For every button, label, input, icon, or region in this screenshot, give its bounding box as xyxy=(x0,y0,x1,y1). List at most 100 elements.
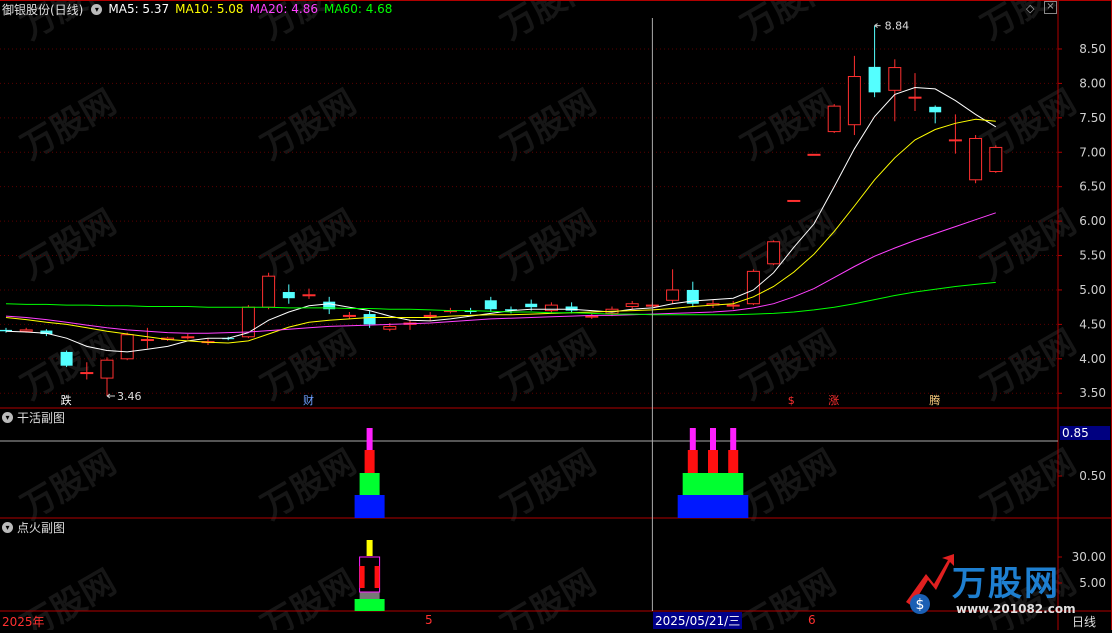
candle xyxy=(948,114,962,154)
candle-body-up xyxy=(342,314,356,317)
price-axis-label: 7.00 xyxy=(1079,145,1106,159)
ma-line-ma20 xyxy=(5,212,996,334)
watermark-text: 万股网 xyxy=(735,0,843,48)
sub1-current-value: 0.85 xyxy=(1060,426,1110,440)
close-icon[interactable]: × xyxy=(1044,1,1057,14)
candle-body-down xyxy=(868,66,881,93)
sub1-signal-green xyxy=(359,473,380,495)
sub1-signal-red xyxy=(687,450,698,473)
candle-body-up xyxy=(827,105,841,133)
sub1-signal-cluster-blue xyxy=(677,495,749,518)
candle xyxy=(342,311,356,319)
candle xyxy=(544,302,558,314)
candle xyxy=(666,269,680,304)
candle-body-up xyxy=(120,334,134,360)
sub1-menu-icon[interactable]: ▾ xyxy=(2,411,13,423)
sub2-menu-icon[interactable]: ▾ xyxy=(2,521,13,533)
main-chart-header: 御银股份(日线) ▾ MA5: 5.37 MA10: 5.08 MA20: 4.… xyxy=(0,0,398,18)
sub1-signal-blue xyxy=(354,495,385,518)
candle xyxy=(989,145,1003,173)
candle xyxy=(423,311,437,321)
candle-body-up xyxy=(948,139,962,142)
candle xyxy=(262,272,276,310)
candle xyxy=(929,105,942,124)
sub1-signal-magenta xyxy=(366,428,373,450)
candle xyxy=(686,281,699,308)
candle-body-up xyxy=(585,315,599,318)
watermark-text: 万股网 xyxy=(735,82,843,168)
candle-body-down xyxy=(484,300,497,310)
watermark-text: 万股网 xyxy=(15,202,123,288)
candle xyxy=(706,299,720,308)
candle-body-up xyxy=(100,359,114,379)
candle-body-up xyxy=(847,76,861,126)
candle xyxy=(585,313,599,319)
watermark-text: 万股网 xyxy=(735,562,843,630)
cursor-date: 2025/05/21/三 xyxy=(653,612,743,629)
price-axis-label: 5.50 xyxy=(1079,249,1106,263)
date-month-5: 5 xyxy=(425,613,433,627)
candle-body-up xyxy=(262,275,276,308)
sub1-title: 干活副图 xyxy=(17,410,66,425)
candle xyxy=(767,240,781,266)
sub2-signal-yellow xyxy=(366,540,373,556)
candle xyxy=(60,350,73,368)
sub1-signal-red xyxy=(728,450,739,473)
candle xyxy=(484,296,497,312)
sub1-signal-cluster-green xyxy=(682,473,744,495)
candle xyxy=(323,296,336,315)
candle xyxy=(282,284,295,304)
price-axis-label: 7.50 xyxy=(1079,111,1106,125)
candle-body-down xyxy=(363,314,376,325)
price-axis-label: 6.50 xyxy=(1079,180,1106,194)
candle-body-down xyxy=(929,106,942,113)
candle xyxy=(787,199,801,202)
watermark-text: 万股网 xyxy=(975,442,1083,528)
candle-body-up xyxy=(181,336,195,339)
candle xyxy=(241,305,255,339)
watermark-text: 万股网 xyxy=(975,322,1083,408)
diamond-icon[interactable]: ◇ xyxy=(1026,2,1034,15)
low-arrow-icon xyxy=(106,393,115,399)
candle-body-up xyxy=(908,96,922,99)
price-axis-label: 5.00 xyxy=(1079,283,1106,297)
candle-body-up xyxy=(969,137,983,181)
price-axis-label: 6.00 xyxy=(1079,214,1106,228)
sub1-signal-red xyxy=(708,450,718,473)
watermark-text: 万股网 xyxy=(495,82,603,168)
ma-line-ma60 xyxy=(5,281,996,316)
candle-body-up xyxy=(726,304,740,307)
event-marker: $ xyxy=(788,394,795,407)
candle xyxy=(625,300,639,310)
price-axis-label: 4.50 xyxy=(1079,317,1106,331)
stock-chart-canvas[interactable]: 万股网 万股网 万股网 万股网 万股网万股网 万股网 万股网 万股网 万股网万股网 万股网 万股网万… xyxy=(0,0,1112,633)
high-arrow-icon xyxy=(874,23,881,28)
settings-circle-icon[interactable]: ▾ xyxy=(91,3,103,15)
event-marker: 腾 xyxy=(929,393,940,407)
sub2-title: 点火副图 xyxy=(17,520,66,535)
brand-name: 万股网 xyxy=(952,564,1060,604)
candle-body-up xyxy=(888,67,902,91)
sub1-signal-red xyxy=(364,450,375,473)
watermark-text: 万股网 xyxy=(255,562,363,630)
candle-body-down xyxy=(60,351,73,366)
sub1-header: ▾ 干活副图 xyxy=(0,409,65,425)
watermark-text: 万股网 xyxy=(15,82,123,168)
price-axis-label: 8.50 xyxy=(1079,42,1106,56)
watermark-text: 万股网 xyxy=(495,202,603,288)
watermark-text: 万股网 xyxy=(255,202,363,288)
candle-body-down xyxy=(282,292,295,299)
watermark-text: 万股网 xyxy=(495,322,603,408)
sub2-signal-red-left xyxy=(359,566,365,588)
date-start: 2025年 xyxy=(2,615,45,629)
candle-body-up xyxy=(807,153,821,156)
ma5-legend: MA5: 5.37 xyxy=(108,2,170,16)
candle-body-up xyxy=(140,339,154,342)
candle xyxy=(120,332,134,361)
watermark-text: 万股网 xyxy=(495,442,603,528)
candle-body-up xyxy=(666,289,680,301)
candle-body-up xyxy=(625,303,639,307)
price-axis-label: 3.50 xyxy=(1079,386,1106,400)
candle-body-up xyxy=(383,325,397,330)
candle xyxy=(868,25,881,98)
